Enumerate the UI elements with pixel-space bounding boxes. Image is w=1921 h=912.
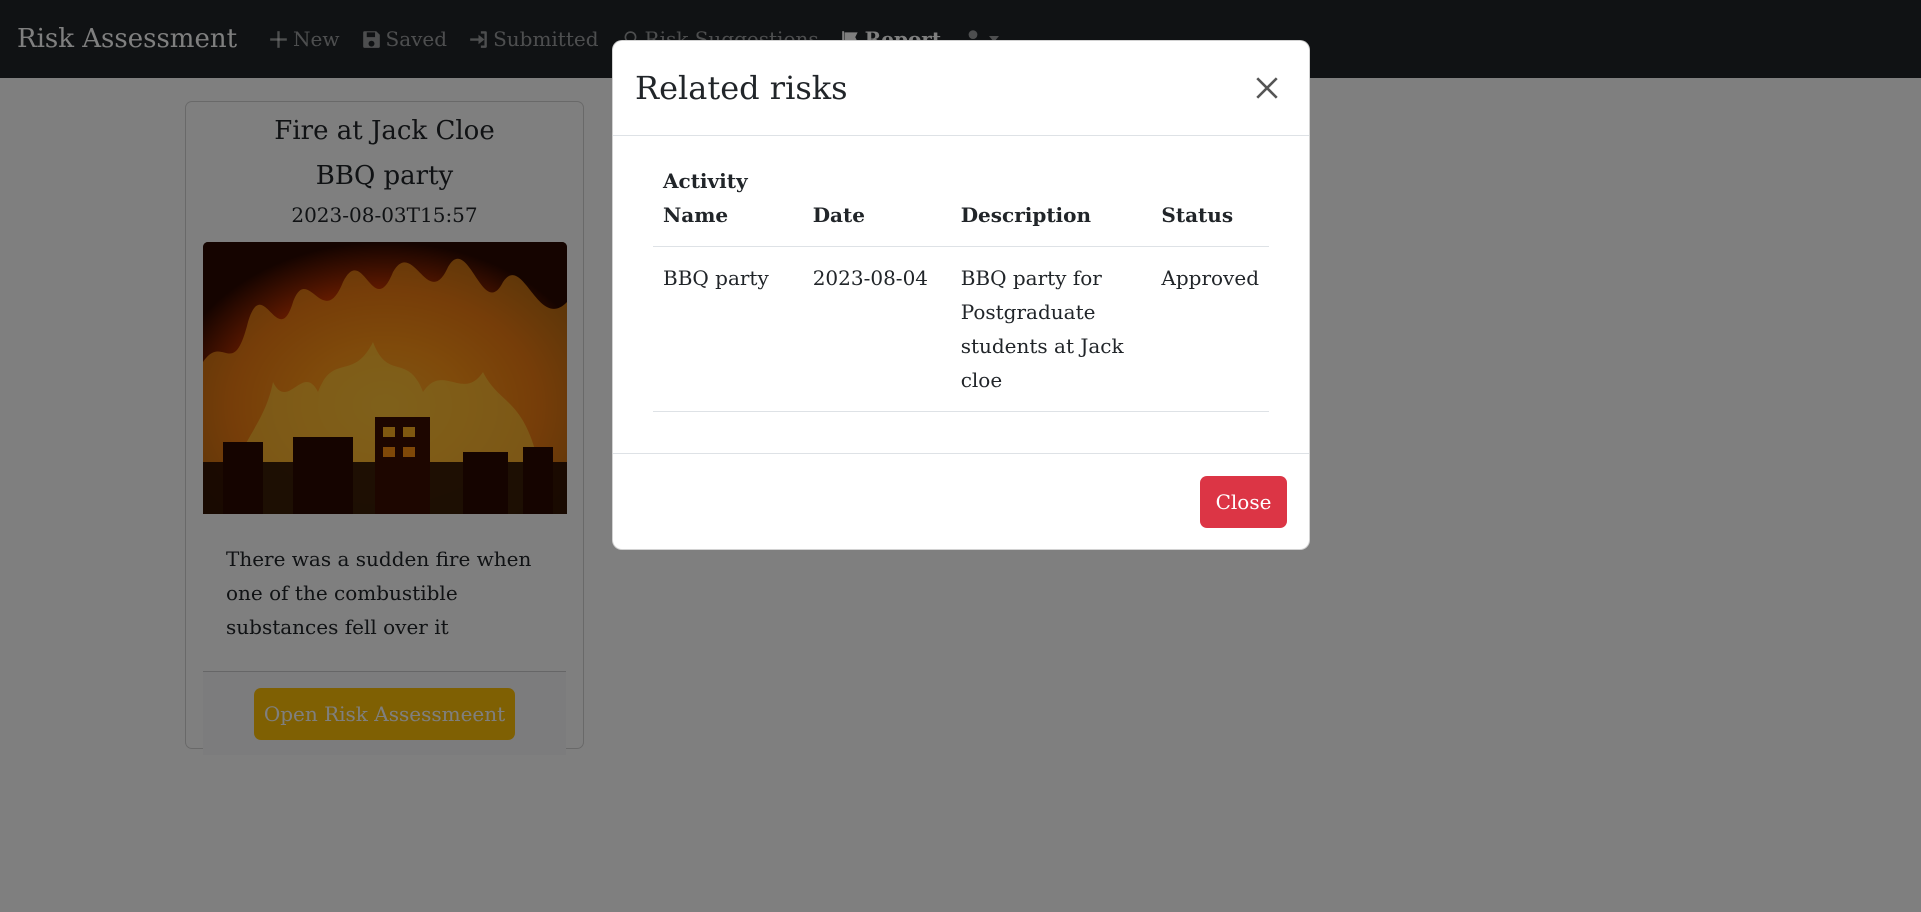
cell-activity-name: BBQ party: [653, 246, 803, 412]
modal-header: Related risks: [613, 41, 1309, 136]
related-risks-table: Activity Name Date Description Status BB…: [653, 164, 1269, 412]
modal-body: Activity Name Date Description Status BB…: [613, 136, 1309, 453]
table-row: BBQ party 2023-08-04 BBQ party for Postg…: [653, 246, 1269, 412]
modal-close-x-button[interactable]: [1247, 68, 1287, 108]
cell-status: Approved: [1151, 246, 1269, 412]
cell-description: BBQ party for Postgraduate students at J…: [950, 246, 1152, 412]
column-header-activity-name: Activity Name: [653, 164, 803, 247]
modal-title: Related risks: [635, 69, 848, 107]
column-header-status: Status: [1151, 164, 1269, 247]
close-icon: [1256, 77, 1278, 99]
close-button[interactable]: Close: [1200, 476, 1287, 528]
cell-date: 2023-08-04: [802, 246, 951, 412]
modal-footer: Close: [613, 453, 1309, 550]
related-risks-modal: Related risks Activity Name Date Descrip…: [612, 40, 1310, 550]
column-header-description: Description: [950, 164, 1152, 247]
column-header-date: Date: [802, 164, 951, 247]
table-header-row: Activity Name Date Description Status: [653, 164, 1269, 247]
